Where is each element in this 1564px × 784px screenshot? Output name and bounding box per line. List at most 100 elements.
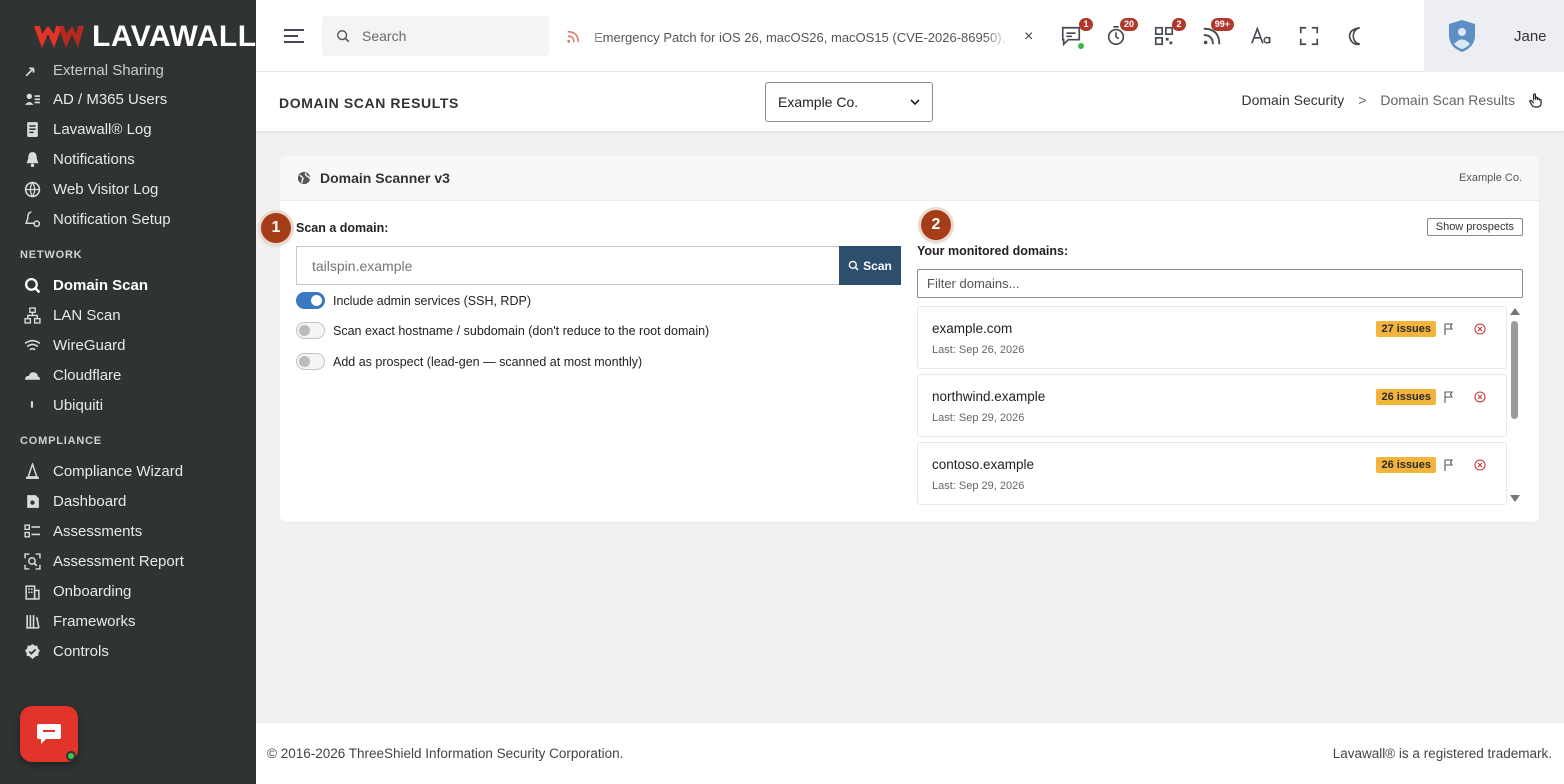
scroll-thumb[interactable] <box>1511 321 1518 419</box>
feed-button[interactable]: 99+ <box>1200 18 1234 48</box>
network-icon <box>24 306 41 324</box>
sidebar-item-external-sharing[interactable]: External Sharing <box>0 56 256 84</box>
sidebar-item-web-visitor-log[interactable]: Web Visitor Log <box>0 174 256 204</box>
sidebar-item-label: WireGuard <box>53 336 126 354</box>
badge-check-icon <box>24 643 41 660</box>
building-icon <box>24 583 41 600</box>
bank-icon <box>24 613 41 630</box>
show-prospects-button[interactable]: Show prospects <box>1426 218 1523 236</box>
list-item[interactable]: contoso.example Last: Sep 29, 2026 26 is… <box>917 442 1507 505</box>
globe-icon <box>297 171 311 185</box>
news-headline-link[interactable]: Emergency Patch for iOS 26, macOS26, mac… <box>594 30 1004 45</box>
wireguard-icon <box>24 337 41 354</box>
add-as-prospect-toggle[interactable] <box>296 353 325 370</box>
sidebar-item-wireguard[interactable]: WireGuard <box>0 330 256 360</box>
search-icon <box>337 30 350 43</box>
bell-icon <box>24 151 41 168</box>
sidebar-item-assessment-report[interactable]: Assessment Report <box>0 546 256 576</box>
domain-scanner-card: Domain Scanner v3 Example Co. 1 Scan a d… <box>261 156 1539 522</box>
qr-badge: 2 <box>1172 18 1186 31</box>
search-icon <box>24 277 41 294</box>
monitored-domains-list: example.com Last: Sep 26, 2026 27 issues… <box>917 306 1507 506</box>
fullscreen-button[interactable] <box>1297 24 1321 48</box>
font-size-icon <box>1251 26 1271 44</box>
footer-trademark: Lavawall® is a registered trademark. <box>1332 746 1552 761</box>
search-icon <box>848 260 859 271</box>
option-scan-exact-hostname: Scan exact hostname / subdomain (don't r… <box>296 322 709 339</box>
list-icon <box>24 523 41 540</box>
scan-domain-form: Scan <box>296 246 901 285</box>
sidebar-item-label: Dashboard <box>53 492 127 510</box>
sidebar-item-dashboard[interactable]: Dashboard <box>0 486 256 516</box>
scroll-down-arrow[interactable] <box>1510 495 1520 502</box>
sidebar-item-label: Lavawall® Log <box>53 120 152 138</box>
issues-badge[interactable]: 26 issues <box>1376 389 1436 405</box>
remove-circle-icon[interactable] <box>1474 323 1486 335</box>
scan-exact-hostname-toggle[interactable] <box>296 322 325 339</box>
remove-circle-icon[interactable] <box>1474 391 1486 403</box>
top-bar: Emergency Patch for iOS 26, macOS26, mac… <box>256 0 1564 72</box>
sidebar-item-label: Cloudflare <box>53 366 122 384</box>
news-ticker: Emergency Patch for iOS 26, macOS26, mac… <box>566 26 1036 48</box>
flag-icon[interactable] <box>1444 391 1454 403</box>
avatar-shield-icon <box>1449 20 1475 52</box>
menu-toggle-icon[interactable] <box>284 26 306 46</box>
lavawall-logo[interactable]: LAVAWALL® <box>32 18 256 56</box>
sidebar-item-label: AD / M365 Users <box>53 90 168 108</box>
list-item[interactable]: northwind.example Last: Sep 29, 2026 26 … <box>917 374 1507 437</box>
filter-domains-input[interactable] <box>917 269 1523 298</box>
sidebar-item-assessments[interactable]: Assessments <box>0 516 256 546</box>
cloud-icon <box>24 367 41 384</box>
card-header: Domain Scanner v3 Example Co. <box>280 156 1539 201</box>
sidebar-item-lan-scan[interactable]: LAN Scan <box>0 300 256 330</box>
sidebar-item-onboarding[interactable]: Onboarding <box>0 576 256 606</box>
scan-domain-input[interactable] <box>296 246 839 285</box>
sidebar-item-notifications[interactable]: Notifications <box>0 144 256 174</box>
dashboard-icon <box>24 493 41 510</box>
search-input[interactable] <box>362 28 532 44</box>
sidebar-item-domain-scan[interactable]: Domain Scan <box>0 270 256 300</box>
sidebar-item-compliance-wizard[interactable]: Compliance Wizard <box>0 456 256 486</box>
scroll-up-arrow[interactable] <box>1510 308 1520 315</box>
remove-circle-icon[interactable] <box>1474 459 1486 471</box>
global-search <box>322 16 549 56</box>
sidebar-item-frameworks[interactable]: Frameworks <box>0 606 256 636</box>
flag-icon[interactable] <box>1444 459 1454 471</box>
timer-button[interactable]: 20 <box>1104 18 1138 48</box>
sidebar-item-controls[interactable]: Controls <box>0 636 256 666</box>
sidebar-item-ad-m365-users[interactable]: AD / M365 Users <box>0 84 256 114</box>
domain-list-scrollbar[interactable] <box>1509 306 1521 506</box>
sidebar-item-label: Controls <box>53 642 109 660</box>
news-close-icon[interactable]: × <box>1024 28 1033 46</box>
scan-button[interactable]: Scan <box>839 246 901 285</box>
sidebar-item-ubiquiti[interactable]: Ubiquiti <box>0 390 256 420</box>
sidebar-item-lavawall-log[interactable]: Lavawall® Log <box>0 114 256 144</box>
monitored-domains-label: Your monitored domains: <box>917 244 1069 258</box>
company-select[interactable]: Example Co. <box>765 82 933 122</box>
sidebar-item-label: External Sharing <box>53 61 164 79</box>
qr-button[interactable]: 2 <box>1152 18 1186 48</box>
sidebar-item-label: Compliance Wizard <box>53 462 184 480</box>
sidebar-item-label: Frameworks <box>53 612 136 630</box>
include-admin-services-toggle[interactable] <box>296 292 325 309</box>
scan-button-label: Scan <box>863 258 892 273</box>
user-menu[interactable]: Jane <box>1424 0 1564 72</box>
moon-icon <box>1348 26 1361 46</box>
breadcrumb-link-domain-security[interactable]: Domain Security <box>1241 92 1344 108</box>
sidebar-item-notification-setup[interactable]: Notification Setup <box>0 204 256 234</box>
chat-button[interactable] <box>20 706 78 762</box>
issues-badge[interactable]: 27 issues <box>1376 321 1436 337</box>
sidebar-item-label: Web Visitor Log <box>53 180 159 198</box>
sidebar-item-label: Ubiquiti <box>53 396 104 414</box>
option-label: Include admin services (SSH, RDP) <box>333 293 531 308</box>
sidebar-item-label: Assessment Report <box>53 552 184 570</box>
issues-badge[interactable]: 26 issues <box>1376 457 1436 473</box>
dark-mode-button[interactable] <box>1345 24 1369 48</box>
footer-copyright: © 2016-2026 ThreeShield Information Secu… <box>267 746 624 761</box>
flag-icon[interactable] <box>1444 323 1454 335</box>
font-size-button[interactable] <box>1249 24 1273 48</box>
list-item[interactable]: example.com Last: Sep 26, 2026 27 issues <box>917 306 1507 369</box>
sidebar-item-cloudflare[interactable]: Cloudflare <box>0 360 256 390</box>
messages-button[interactable]: 1 <box>1059 18 1093 49</box>
sidebar-menu: External Sharing AD / M365 Users Lavawal… <box>0 56 256 666</box>
